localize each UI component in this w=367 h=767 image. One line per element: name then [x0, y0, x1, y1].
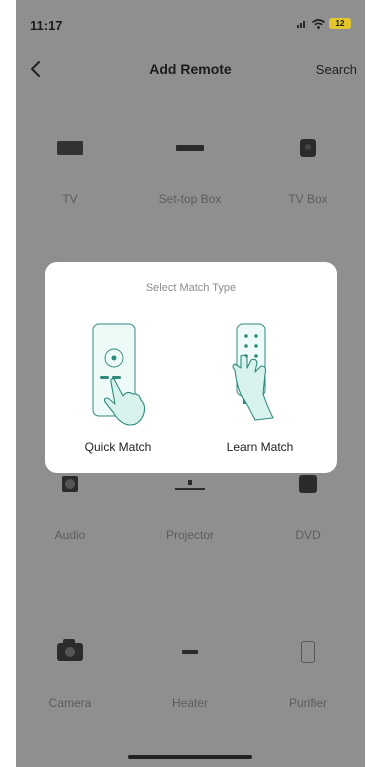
device-label: Purifier: [288, 696, 327, 710]
dvd-icon: [299, 475, 317, 493]
device-heater[interactable]: Heater: [138, 634, 242, 710]
remote-touch-icon: [92, 323, 146, 426]
device-label: Audio: [54, 528, 86, 542]
device-set-top-box[interactable]: Set-top Box: [138, 130, 242, 206]
dialog-title: Select Match Type: [145, 282, 237, 294]
heater-icon: [182, 650, 198, 654]
device-label: Projector: [165, 528, 215, 542]
device-label: Camera: [48, 696, 92, 710]
quick-match-option[interactable]: Quick Match: [53, 320, 183, 460]
remote-hold-icon: [232, 323, 274, 421]
audio-speaker-icon: [62, 476, 78, 492]
learn-match-option[interactable]: Learn Match: [195, 320, 325, 460]
device-label: Heater: [171, 696, 209, 710]
tv-box-icon: [300, 139, 316, 157]
device-projector[interactable]: Projector: [138, 466, 242, 542]
wifi-icon: [312, 18, 325, 29]
purifier-icon: [301, 641, 315, 663]
device-label: DVD: [295, 528, 321, 542]
battery-icon: 12: [329, 18, 351, 29]
tv-icon: [57, 141, 83, 155]
home-indicator[interactable]: [128, 755, 252, 759]
phone-screen: 11:17 12 Add Remote Search TV Set-top Bo…: [16, 0, 365, 767]
status-bar: 11:17 12: [16, 0, 365, 40]
device-camera[interactable]: Camera: [18, 634, 122, 710]
device-purifier[interactable]: Purifier: [256, 634, 360, 710]
search-link[interactable]: Search: [316, 62, 357, 77]
device-tv[interactable]: TV: [18, 130, 122, 206]
learn-match-label: Learn Match: [226, 440, 294, 454]
device-label: Set-top Box: [158, 192, 222, 206]
status-time: 11:17: [30, 18, 63, 33]
projector-icon: [175, 478, 205, 490]
match-type-dialog: Select Match Type Quick Match Learn Matc…: [45, 262, 337, 473]
quick-match-label: Quick Match: [84, 440, 152, 454]
device-label: TV Box: [288, 192, 328, 206]
status-icons: 12: [297, 18, 351, 29]
nav-bar: Add Remote Search: [16, 52, 365, 86]
device-tv-box[interactable]: TV Box: [256, 130, 360, 206]
set-top-box-icon: [176, 145, 204, 151]
camera-icon: [57, 639, 83, 661]
device-audio[interactable]: Audio: [18, 466, 122, 542]
signal-icon: [297, 19, 308, 28]
device-dvd[interactable]: DVD: [256, 466, 360, 542]
page-title: Add Remote: [149, 61, 232, 77]
device-label: TV: [62, 192, 78, 206]
